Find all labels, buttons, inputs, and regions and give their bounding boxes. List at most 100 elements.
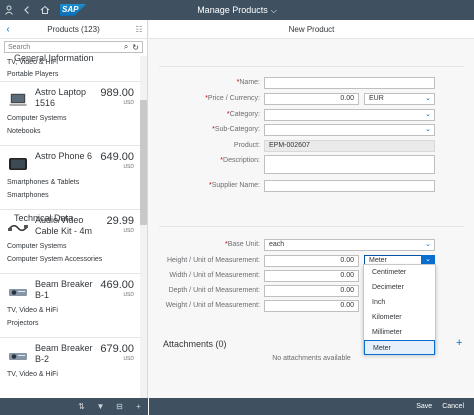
search-input[interactable]: Search ⌕ ↻ xyxy=(4,41,143,53)
list-item-category: Computer Systems xyxy=(7,115,67,122)
chevron-down-icon[interactable]: ⌄ xyxy=(425,125,431,135)
unit-option-millimeter[interactable]: Millimeter xyxy=(364,325,435,340)
name-label: *Name: xyxy=(236,79,260,86)
product-list: TV, Video & HiFi Portable Players Astro … xyxy=(0,56,140,415)
master-footer: ⇅ ▼ ⊟ + xyxy=(0,398,148,415)
list-item-subcategory: Notebooks xyxy=(7,128,41,135)
description-label: *Description: xyxy=(220,157,260,164)
product-label: Product: xyxy=(233,142,260,149)
list-item[interactable]: Beam Breaker B-1 469.00 USD TV, Video & … xyxy=(0,274,140,338)
height-unit-value: Meter xyxy=(369,257,387,264)
supplier-input[interactable] xyxy=(264,180,435,192)
base-unit-select[interactable]: each ⌄ xyxy=(264,239,435,251)
detail-footer: Save Cancel xyxy=(149,398,474,415)
search-icon[interactable]: ⌕ xyxy=(124,42,128,52)
filter-icon[interactable]: ▼ xyxy=(91,402,110,411)
nav-back-icon[interactable]: ‹ xyxy=(0,24,16,35)
unit-option-inch[interactable]: Inch xyxy=(364,295,435,310)
chevron-down-icon[interactable]: ⌄ xyxy=(425,110,431,120)
divider xyxy=(159,226,464,227)
list-item-price: 469.00 xyxy=(100,279,134,291)
phone-icon xyxy=(7,154,29,174)
height-label: Height / Unit of Measurement: xyxy=(167,257,260,264)
list-item-currency: USD xyxy=(123,292,134,298)
search-placeholder: Search xyxy=(8,43,31,51)
add-icon[interactable]: + xyxy=(129,402,148,411)
subcategory-select[interactable]: ⌄ xyxy=(264,124,435,136)
unit-dropdown-list: Centimeter Decimeter Inch Kilometer Mill… xyxy=(363,264,436,355)
attachments-title: Attachments (0) xyxy=(163,339,227,349)
category-label: *Category: xyxy=(226,111,260,118)
category-select[interactable]: ⌄ xyxy=(264,109,435,121)
price-input[interactable]: 0.00 xyxy=(264,93,359,105)
list-item-subcategory: Projectors xyxy=(7,320,39,327)
list-item-subcategory: Smartphones xyxy=(7,192,49,199)
list-item-name: Beam Breaker B-1 xyxy=(35,279,93,300)
master-header: ‹ Products (123) ☷ xyxy=(0,20,147,39)
weight-label: Weight / Unit of Measurement: xyxy=(165,302,260,309)
sap-logo: SAP xyxy=(60,4,86,16)
save-button[interactable]: Save xyxy=(416,403,432,410)
general-info-title: General Information xyxy=(14,53,94,63)
scrollbar-thumb[interactable] xyxy=(140,100,147,225)
laptop-icon xyxy=(7,90,29,110)
chevron-down-icon[interactable]: ⌄ xyxy=(425,94,431,104)
list-item-price: 649.00 xyxy=(100,151,134,163)
currency-select[interactable]: EUR ⌄ xyxy=(364,93,435,105)
name-input[interactable] xyxy=(264,77,435,89)
product-id-field: EPM-002607 xyxy=(264,140,435,152)
list-item-name: Astro Laptop 1516 xyxy=(35,87,87,108)
unit-option-meter[interactable]: Meter xyxy=(364,340,435,355)
price-label: *Price / Currency: xyxy=(205,95,260,102)
depth-input[interactable]: 0.00 xyxy=(264,285,359,297)
list-item[interactable]: Beam Breaker B-2 679.00 USD TV, Video & … xyxy=(0,338,140,402)
base-unit-value: each xyxy=(269,241,285,248)
depth-label: Depth / Unit of Measurement: xyxy=(168,287,260,294)
weight-input[interactable]: 0.00 xyxy=(264,300,359,312)
refresh-icon[interactable]: ↻ xyxy=(132,43,139,52)
list-item-subcategory: Portable Players xyxy=(7,71,59,78)
home-icon[interactable] xyxy=(36,0,54,20)
list-item-currency: USD xyxy=(123,228,134,234)
no-attachments-text: No attachments available xyxy=(272,355,351,362)
base-unit-label: *Base Unit: xyxy=(224,241,260,248)
shell-bar: SAP xyxy=(0,0,474,20)
back-icon[interactable] xyxy=(18,0,36,20)
list-item-category: Smartphones & Tablets xyxy=(7,179,80,186)
group-icon[interactable]: ⊟ xyxy=(110,402,129,411)
height-input[interactable]: 0.00 xyxy=(264,255,359,267)
list-item-subcategory: Computer System Accessories xyxy=(7,256,103,263)
list-item-price: 989.00 xyxy=(100,87,134,99)
list-item-price: 29.99 xyxy=(106,215,134,227)
master-title: Products (123) xyxy=(47,24,100,34)
unit-option-kilometer[interactable]: Kilometer xyxy=(364,310,435,325)
description-textarea[interactable] xyxy=(264,155,435,174)
list-item-category: TV, Video & HiFi xyxy=(7,371,58,378)
add-attachment-icon[interactable]: + xyxy=(456,337,462,349)
list-item[interactable]: Astro Phone 6 649.00 USD Smartphones & T… xyxy=(0,146,140,210)
user-icon[interactable] xyxy=(0,0,18,20)
list-item-currency: USD xyxy=(123,164,134,170)
supplier-label: *Supplier Name: xyxy=(209,182,260,189)
subcategory-label: *Sub-Category: xyxy=(212,126,260,133)
chevron-down-icon[interactable]: ⌄ xyxy=(425,240,431,250)
list-item[interactable]: Astro Laptop 1516 989.00 USD Computer Sy… xyxy=(0,82,140,146)
unit-option-decimeter[interactable]: Decimeter xyxy=(364,280,435,295)
multi-select-icon[interactable]: ☷ xyxy=(131,25,147,34)
list-item-category: Computer Systems xyxy=(7,243,67,250)
cancel-button[interactable]: Cancel xyxy=(442,403,464,410)
list-item-currency: USD xyxy=(123,100,134,106)
list-item-name: Beam Breaker B-2 xyxy=(35,343,93,364)
currency-value: EUR xyxy=(369,95,384,102)
projector-icon xyxy=(7,346,29,366)
technical-data-title: Technical Data xyxy=(14,213,74,223)
sort-icon[interactable]: ⇅ xyxy=(72,402,91,411)
unit-option-centimeter[interactable]: Centimeter xyxy=(364,265,435,280)
list-item-name: Astro Phone 6 xyxy=(35,151,93,161)
width-input[interactable]: 0.00 xyxy=(264,270,359,282)
list-item-currency: USD xyxy=(123,356,134,362)
width-label: Width / Unit of Measurement: xyxy=(169,272,260,279)
projector-icon xyxy=(7,282,29,302)
detail-title: New Product xyxy=(149,20,474,39)
divider xyxy=(159,66,464,67)
